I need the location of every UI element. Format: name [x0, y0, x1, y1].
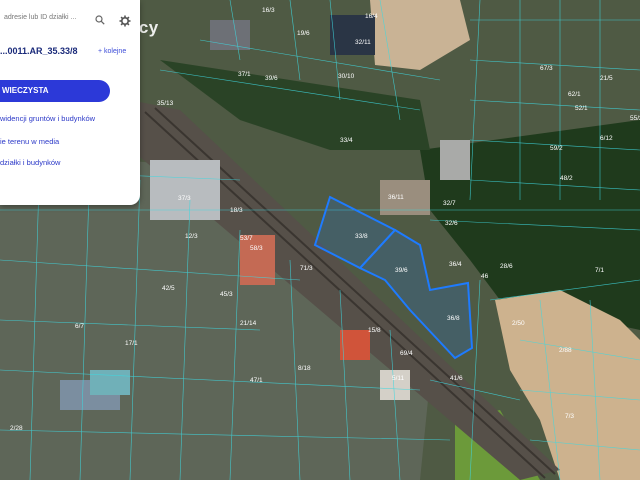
parcel-number-label: 46 [481, 273, 489, 280]
parcel-number-label: 8/18 [298, 365, 311, 372]
building-roof [440, 140, 470, 180]
parcel-number-label: 35/13 [157, 100, 174, 107]
parcel-number-label: 59/2 [550, 145, 563, 152]
parcel-number-label: 36/8 [447, 315, 460, 322]
search-bar[interactable]: adresie lub ID działki ... [0, 8, 140, 30]
building-roof [240, 235, 275, 285]
parcel-number-label: 6/7 [75, 323, 84, 330]
parcel-number-label: 7/1 [595, 267, 604, 274]
link-terrain-media[interactable]: ie terenu w media [0, 137, 59, 146]
search-icon[interactable] [95, 15, 105, 25]
parcel-number-label: 39/6 [265, 75, 278, 82]
parcel-number-label: 32/7 [443, 200, 456, 207]
search-panel: adresie lub ID działki ... ...0011.AR_35… [0, 0, 140, 205]
link-parcels-buildings[interactable]: działki i budynków [0, 158, 60, 167]
land-register-button-label: WIECZYSTA [2, 86, 49, 95]
parcel-number-label: 18/3 [230, 207, 243, 214]
parcel-number-label: 32/6 [445, 220, 458, 227]
parcel-number-label: 36/4 [449, 261, 462, 268]
parcel-number-label: 47/1 [250, 377, 263, 384]
parcel-number-label: 45/3 [220, 291, 233, 298]
parcel-number-label: 2/28 [10, 425, 23, 432]
parcel-id: ...0011.AR_35.33/8 [0, 46, 78, 56]
parcel-number-label: 39/6 [395, 267, 408, 274]
parcel-number-label: 62/1 [568, 91, 581, 98]
link-land-records[interactable]: widencji gruntów i budynków [0, 114, 95, 123]
parcel-number-label: 55/2 [630, 115, 640, 122]
parcel-number-label: 58/3 [250, 245, 263, 252]
parcel-number-label: 33/8 [355, 233, 368, 240]
parcel-number-label: 69/4 [400, 350, 413, 357]
parcel-number-label: 42/5 [162, 285, 175, 292]
parcel-number-label: 2/88 [559, 347, 572, 354]
parcel-number-label: 30/10 [338, 73, 355, 80]
parcel-number-label: 21/5 [600, 75, 613, 82]
parcel-number-label: 6/12 [600, 135, 613, 142]
parcel-number-label: 71/3 [300, 265, 313, 272]
parcel-number-label: 16/3 [262, 7, 275, 14]
parcel-id-row: ...0011.AR_35.33/8 + kolejne [0, 43, 140, 61]
building-roof [340, 330, 370, 360]
parcel-number-label: 7/3 [565, 413, 574, 420]
parcel-number-label: 37/3 [178, 195, 191, 202]
parcel-number-label: 16/4 [365, 13, 378, 20]
parcel-number-label: 36/11 [388, 194, 404, 201]
parcel-number-label: 28/6 [500, 263, 513, 270]
building-roof [150, 160, 220, 220]
parcel-number-label: 53/7 [240, 235, 253, 242]
parcel-extra-link[interactable]: + kolejne [98, 48, 126, 55]
parcel-number-label: 5/11 [392, 375, 405, 382]
parcel-number-label: 37/1 [238, 71, 251, 78]
parcel-number-label: 15/8 [368, 327, 381, 334]
parcel-number-label: 48/2 [560, 175, 573, 182]
parcel-number-label: 67/3 [540, 65, 553, 72]
parcel-number-label: 19/6 [297, 30, 310, 37]
parcel-number-label: 32/11 [355, 39, 371, 46]
land-register-button[interactable]: WIECZYSTA [0, 80, 110, 102]
parcel-number-label: 41/6 [450, 375, 463, 382]
building-roof [90, 370, 130, 395]
parcel-number-label: 2/50 [512, 320, 525, 327]
parcel-number-label: 52/1 [575, 105, 588, 112]
gear-icon[interactable] [119, 15, 131, 27]
building-roof [330, 15, 375, 55]
parcel-number-label: 12/3 [185, 233, 198, 240]
search-input[interactable]: adresie lub ID działki ... [4, 14, 76, 21]
parcel-number-label: 33/4 [340, 137, 353, 144]
parcel-number-label: 17/1 [125, 340, 138, 347]
building-roof [210, 20, 250, 50]
parcel-number-label: 21/14 [240, 320, 257, 327]
